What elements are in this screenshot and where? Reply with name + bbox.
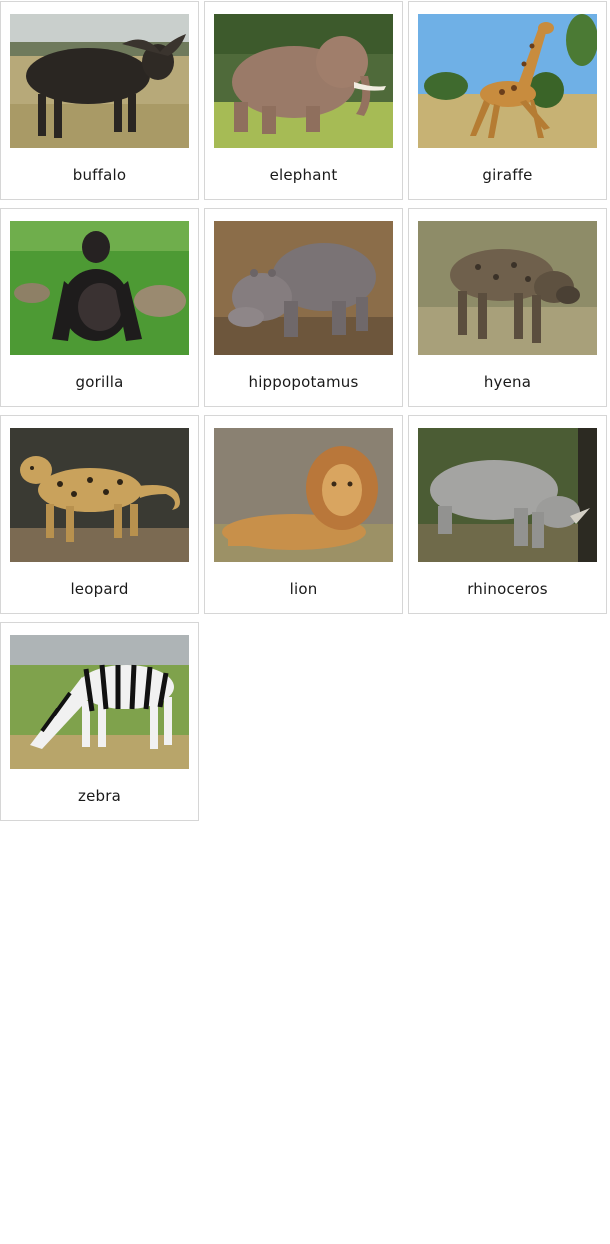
animal-card-zebra: zebra	[0, 622, 199, 821]
animal-card-leopard: leopard	[0, 415, 199, 614]
card-label-giraffe: giraffe	[482, 166, 533, 184]
animal-card-hyena: hyena	[408, 208, 607, 407]
lion-photo	[214, 428, 393, 562]
animal-card-hippopotamus: hippopotamus	[204, 208, 403, 407]
animal-card-elephant: elephant	[204, 1, 403, 200]
hyena-photo	[418, 221, 597, 355]
animal-card-buffalo: buffalo	[0, 1, 199, 200]
card-label-elephant: elephant	[269, 166, 338, 184]
card-label-hyena: hyena	[483, 373, 532, 391]
card-label-gorilla: gorilla	[75, 373, 124, 391]
buffalo-photo	[10, 14, 189, 148]
rhinoceros-photo	[418, 428, 597, 562]
card-label-lion: lion	[289, 580, 318, 598]
card-label-buffalo: buffalo	[72, 166, 127, 184]
animal-card-rhinoceros: rhinoceros	[408, 415, 607, 614]
card-label-rhinoceros: rhinoceros	[467, 580, 548, 598]
animal-card-grid: buffalo elephant giraffe gorilla hippopo…	[0, 1, 607, 821]
giraffe-photo	[418, 14, 597, 148]
gorilla-photo	[10, 221, 189, 355]
hippopotamus-photo	[214, 221, 393, 355]
leopard-photo	[10, 428, 189, 562]
zebra-photo	[10, 635, 189, 769]
animal-card-gorilla: gorilla	[0, 208, 199, 407]
animal-card-giraffe: giraffe	[408, 1, 607, 200]
card-label-leopard: leopard	[70, 580, 129, 598]
animal-card-lion: lion	[204, 415, 403, 614]
card-label-zebra: zebra	[78, 787, 121, 805]
card-label-hippopotamus: hippopotamus	[248, 373, 359, 391]
elephant-photo	[214, 14, 393, 148]
